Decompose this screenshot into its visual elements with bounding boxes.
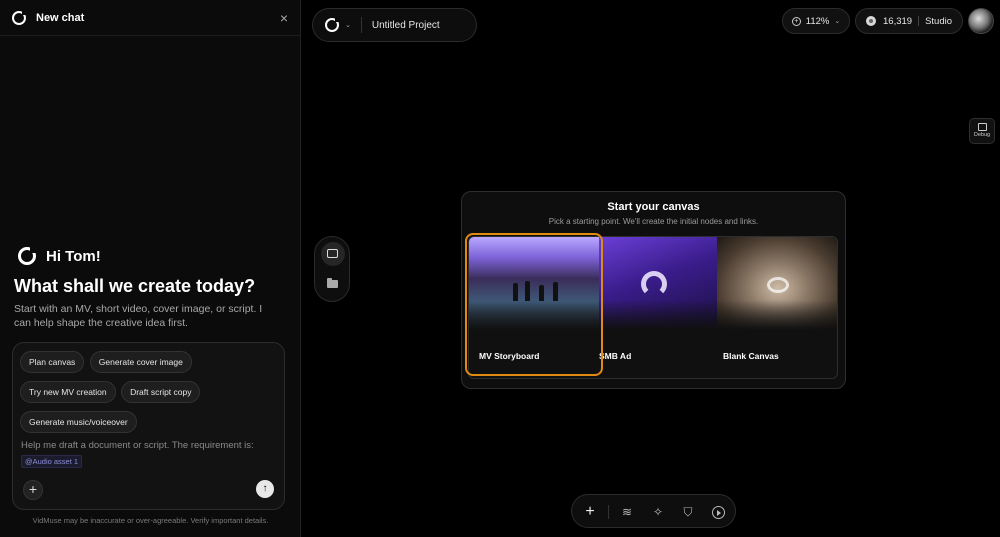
template-options: MV Storyboard SMB Ad Blank Canvas xyxy=(468,236,838,379)
suggestion-chips: Plan canvas Generate cover image Try new… xyxy=(20,351,282,441)
close-icon[interactable]: × xyxy=(280,10,288,26)
chat-panel: New chat × Hi Tom! What shall we create … xyxy=(0,0,301,537)
chip-try-new-mv[interactable]: Try new MV creation xyxy=(20,381,116,403)
play-button[interactable] xyxy=(708,502,728,522)
folder-icon xyxy=(327,278,338,288)
band-figures xyxy=(509,279,569,301)
avatar[interactable] xyxy=(968,8,994,34)
chip-plan-canvas[interactable]: Plan canvas xyxy=(20,351,85,373)
card-subtitle: Pick a starting point. We'll create the … xyxy=(548,217,759,226)
option-mv-storyboard[interactable]: MV Storyboard xyxy=(469,237,599,378)
add-attachment-button[interactable]: + xyxy=(23,480,43,500)
chip-generate-cover-image[interactable]: Generate cover image xyxy=(89,351,192,373)
send-button[interactable]: ↑ xyxy=(256,480,274,498)
option-label: MV Storyboard xyxy=(479,351,540,361)
disclaimer: VidMuse may be inaccurate or over-agreea… xyxy=(32,516,269,525)
credits-badge[interactable]: 16,319 Studio xyxy=(855,8,963,34)
map-icon[interactable]: ⛉ xyxy=(678,502,698,522)
stone-logo-image xyxy=(767,277,789,293)
layers-icon[interactable]: ≋ xyxy=(617,502,637,522)
chat-bubble-icon xyxy=(327,249,338,258)
play-icon xyxy=(711,506,725,520)
debug-label: Debug xyxy=(973,132,991,138)
chat-tool-button[interactable] xyxy=(321,242,345,266)
subtitle: Start with an MV, short video, cover ima… xyxy=(14,303,263,329)
smb-ad-thumbnail xyxy=(599,237,717,330)
vidmuse-logo-icon xyxy=(18,246,37,265)
debug-icon xyxy=(977,123,987,131)
assets-tool-button[interactable] xyxy=(321,272,345,296)
chat-composer: Plan canvas Generate cover image Try new… xyxy=(12,342,285,510)
chat-header: New chat × xyxy=(0,0,300,36)
debug-button[interactable]: Debug xyxy=(969,118,995,144)
magic-icon[interactable]: ✧ xyxy=(648,502,668,522)
chevron-down-icon: ⌄ xyxy=(834,18,841,25)
option-blank-canvas[interactable]: Blank Canvas xyxy=(717,237,837,378)
add-node-button[interactable]: + xyxy=(580,502,600,522)
plan-label: Studio xyxy=(925,15,952,27)
zoom-control[interactable]: + 112% ⌄ xyxy=(782,8,850,34)
greeting-text: Hi Tom! xyxy=(46,247,101,265)
zoom-icon: + xyxy=(791,16,801,26)
option-label: SMB Ad xyxy=(599,351,632,361)
card-title: Start your canvas xyxy=(607,201,700,213)
option-label: Blank Canvas xyxy=(723,351,779,361)
chat-input[interactable]: Help me draft a document or script. The … xyxy=(21,440,254,451)
chip-draft-script-copy[interactable]: Draft script copy xyxy=(121,381,201,403)
credit-count: 16,319 xyxy=(883,15,913,27)
divider xyxy=(360,17,362,33)
start-canvas-card: Start your canvas Pick a starting point.… xyxy=(461,191,846,389)
divider xyxy=(918,16,920,26)
divider xyxy=(608,505,609,519)
greeting: Hi Tom! xyxy=(18,246,101,265)
headphones-image xyxy=(641,271,667,297)
mv-storyboard-thumbnail xyxy=(469,237,599,330)
chat-title: New chat xyxy=(36,11,85,24)
option-smb-ad[interactable]: SMB Ad xyxy=(599,237,717,378)
side-tool-strip xyxy=(314,236,350,302)
chip-generate-music[interactable]: Generate music/voiceover xyxy=(20,411,137,433)
credit-coin-icon xyxy=(866,16,876,26)
headline: What shall we create today? xyxy=(14,276,256,296)
project-name[interactable]: Untitled Project xyxy=(372,20,440,31)
chevron-down-icon[interactable]: ⌄ xyxy=(345,21,351,29)
audio-asset-tag[interactable]: @Audio asset 1 xyxy=(21,455,83,468)
vidmuse-logo-icon xyxy=(325,17,340,32)
blank-canvas-thumbnail xyxy=(717,237,837,330)
vidmuse-logo-icon xyxy=(12,9,27,25)
bottom-toolbar: + ≋ ✧ ⛉ xyxy=(571,494,736,528)
project-switcher[interactable]: ⌄ Untitled Project xyxy=(312,8,477,42)
zoom-level: 112% xyxy=(805,15,830,27)
